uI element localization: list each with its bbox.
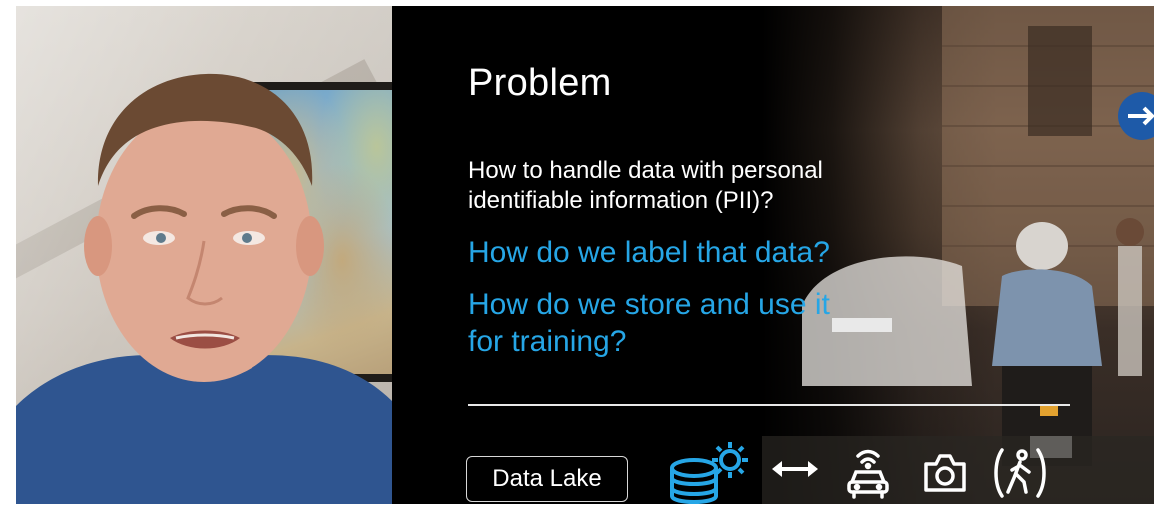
connected-car-icon (847, 449, 889, 499)
slide-highlight-store: How do we store and use it (468, 288, 830, 321)
presenter-person (16, 73, 392, 504)
webcam-feed (16, 6, 392, 504)
presentation-slide: Problem How to handle data with personal… (392, 6, 1154, 504)
slide-divider (468, 404, 1070, 406)
data-lake-label: Data Lake (466, 456, 628, 502)
pedestrian-icon (994, 448, 1046, 498)
database-gear-icon (670, 442, 748, 504)
slide-question: How to handle data with personal identif… (468, 157, 823, 214)
slide-highlight-label: How do we label that data? (468, 236, 830, 269)
slide-highlight-training: for training? (468, 325, 627, 358)
camera-icon (924, 454, 966, 492)
video-call-view: Problem How to handle data with personal… (0, 0, 1154, 506)
slide-title: Problem (468, 62, 612, 104)
double-arrow-icon (772, 461, 818, 477)
